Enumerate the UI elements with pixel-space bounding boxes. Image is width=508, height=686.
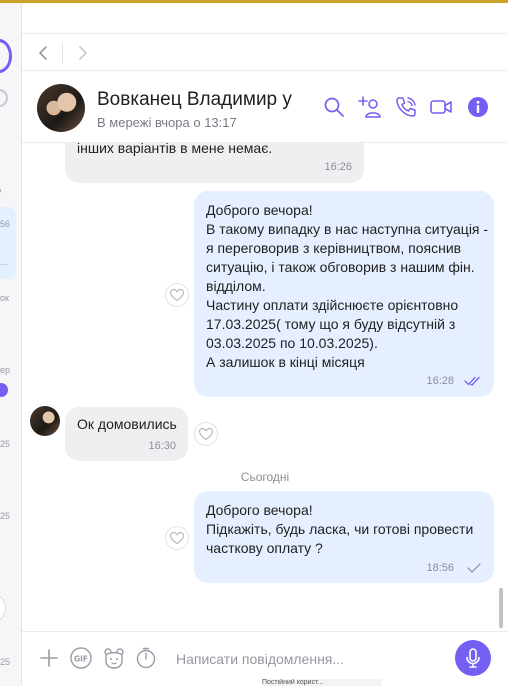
phone-icon <box>396 97 416 117</box>
message-text: Доброго вечора! В такому випадку в нас н… <box>206 202 489 370</box>
info-button[interactable] <box>466 95 490 119</box>
contact-status: В мережі вчора о 13:17 <box>97 115 237 130</box>
like-button[interactable] <box>165 283 189 307</box>
gif-icon: GIF <box>70 647 92 669</box>
info-icon <box>468 97 488 117</box>
heart-icon <box>169 531 185 545</box>
date-separator: Сьогодні <box>240 470 290 484</box>
message-bubble-outgoing[interactable]: Доброго вечора! Підкажіть, будь ласка, ч… <box>194 491 494 583</box>
unread-dot <box>0 188 1 193</box>
nav-divider <box>62 43 63 63</box>
like-button[interactable] <box>194 422 218 446</box>
svg-text:GIF: GIF <box>74 654 88 663</box>
chat-list-peek-text: 25 <box>0 657 11 667</box>
chat-list-panel: 56 ... ок ер 25 25 25 <box>0 3 22 686</box>
chat-list-peek-text: 25 <box>0 511 11 521</box>
chat-list-icon[interactable] <box>0 89 8 107</box>
message-time: 16:30 <box>148 440 176 452</box>
message-text: інших варіантів в мене немає. <box>77 143 273 156</box>
window-top-strip <box>0 0 508 3</box>
heart-icon <box>169 288 185 302</box>
message-bubble-incoming[interactable]: Ок домовились 16:30 <box>65 407 188 461</box>
message-bubble-outgoing[interactable]: Доброго вечора! В такому випадку в нас н… <box>194 191 494 397</box>
timer-icon <box>136 647 156 669</box>
like-button[interactable] <box>165 526 189 550</box>
chat-header: Вовканец Владимир у В мережі вчора о 13:… <box>22 71 508 143</box>
delivered-check-icon <box>466 561 482 579</box>
chevron-left-icon <box>39 46 47 60</box>
chat-list-badge <box>0 383 8 397</box>
chat-list-peek-text: ... <box>0 257 8 267</box>
chat-list-peek-text: 56 <box>0 219 11 229</box>
message-list-scrollbar[interactable] <box>499 588 503 628</box>
sticker-button[interactable] <box>102 646 126 670</box>
video-call-button[interactable] <box>429 95 453 119</box>
chat-list-item-selected[interactable] <box>0 207 16 279</box>
message-text: Ок домовились <box>77 416 177 432</box>
gif-button[interactable]: GIF <box>69 646 93 670</box>
add-participant-button[interactable] <box>358 95 382 119</box>
message-time: 18:56 <box>426 562 454 574</box>
chevron-right-icon <box>79 46 87 60</box>
search-button[interactable] <box>322 95 346 119</box>
background-window-peek: Постійний корист... <box>262 679 382 686</box>
plus-icon <box>40 649 58 667</box>
message-bubble-incoming[interactable]: інших варіантів в мене немає. 16:26 <box>65 143 364 183</box>
microphone-icon <box>466 648 480 668</box>
profile-avatar-ring[interactable] <box>0 39 12 73</box>
message-time: 16:26 <box>324 161 352 173</box>
add-participant-icon <box>358 96 381 118</box>
message-list: інших варіантів в мене немає. 16:26 Добр… <box>22 143 508 631</box>
back-button[interactable] <box>34 43 54 63</box>
read-receipt-icon <box>464 374 482 392</box>
video-call-icon <box>430 100 452 114</box>
sender-avatar[interactable] <box>30 406 60 436</box>
navigation-bar <box>22 33 508 71</box>
sticker-icon <box>104 648 124 669</box>
chat-list-peek-text: 25 <box>0 439 11 449</box>
chat-list-peek-text: ок <box>0 293 9 303</box>
contact-avatar[interactable] <box>37 84 85 132</box>
search-icon <box>324 97 344 117</box>
message-text: Доброго вечора! Підкажіть, будь ласка, ч… <box>206 502 474 556</box>
forward-button[interactable] <box>72 43 92 63</box>
message-input[interactable] <box>176 648 446 670</box>
new-chat-button[interactable] <box>0 595 6 621</box>
chat-list-peek-text: ер <box>0 365 11 375</box>
message-composer: GIF <box>22 631 508 686</box>
contact-name[interactable]: Вовканец Владимир у <box>97 89 292 111</box>
voice-message-button[interactable] <box>455 640 491 676</box>
timer-button[interactable] <box>134 646 158 670</box>
message-time: 16:28 <box>426 375 454 387</box>
attach-button[interactable] <box>37 646 61 670</box>
call-button[interactable] <box>394 95 418 119</box>
heart-icon <box>198 427 214 441</box>
